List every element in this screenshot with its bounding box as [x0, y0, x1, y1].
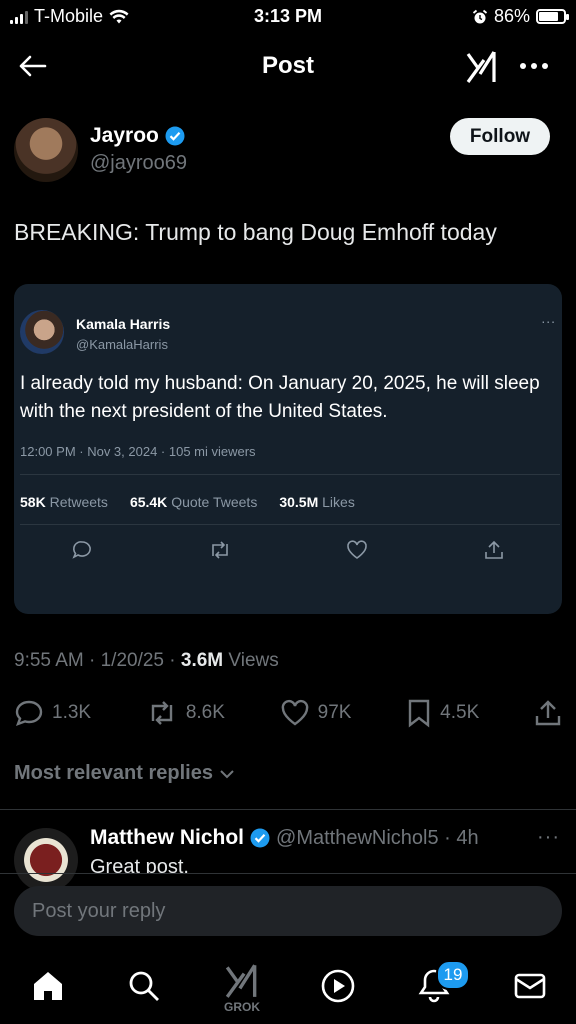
- embedded-actions: [14, 539, 562, 561]
- search-icon: [129, 971, 159, 1001]
- author-handle[interactable]: @jayroo69: [90, 152, 187, 175]
- bookmark-count: 4.5K: [440, 702, 480, 723]
- embedded-retweets: 58K Retweets: [20, 494, 108, 510]
- divider: [0, 873, 576, 874]
- embedded-text: I already told my husband: On January 20…: [20, 373, 540, 422]
- replies-sort-label: Most relevant replies: [14, 762, 213, 784]
- bookmark-button[interactable]: 4.5K: [406, 698, 479, 728]
- post-actions: 1.3K 8.6K 97K 4.5K: [14, 696, 562, 730]
- repost-count: 8.6K: [185, 702, 225, 723]
- post-header: Post: [0, 34, 576, 98]
- reply-author-handle: @MatthewNichol5 · 4h: [276, 826, 479, 849]
- reply-icon: [15, 700, 43, 727]
- like-count: 97K: [317, 702, 352, 723]
- notifications-badge: 19: [436, 960, 470, 990]
- chevron-down-icon: [220, 769, 234, 778]
- tab-search[interactable]: [122, 964, 166, 1008]
- post-timestamp: 9:55 AM · 1/20/25 ·: [14, 650, 181, 671]
- grok-header-button[interactable]: [462, 46, 502, 86]
- embedded-stats: 58K Retweets 65.4K Quote Tweets 30.5M Li…: [20, 494, 355, 510]
- embedded-divider: [20, 524, 560, 525]
- embedded-avatar: [20, 310, 64, 354]
- xai-grok-icon: [466, 51, 496, 83]
- embedded-author-name: Kamala Harris: [76, 316, 171, 332]
- heart-icon: [281, 699, 308, 726]
- author-name-row[interactable]: Jayroo: [90, 124, 185, 148]
- battery-icon: [536, 9, 569, 24]
- replies-sort-button[interactable]: Most relevant replies: [14, 762, 235, 785]
- follow-button[interactable]: Follow: [450, 118, 550, 155]
- author-avatar[interactable]: [14, 118, 78, 182]
- embedded-divider: [20, 474, 560, 475]
- embedded-author-handle: @KamalaHarris: [76, 337, 168, 352]
- views-label: Views: [228, 650, 279, 671]
- reply-more-icon[interactable]: ···: [537, 826, 560, 849]
- views-count: 3.6M: [180, 650, 224, 671]
- post-meta: 9:55 AM · 1/20/25 · 3.6M Views: [14, 650, 279, 672]
- tab-messages[interactable]: [508, 964, 552, 1008]
- tab-grok-label: GROK: [224, 1000, 260, 1014]
- embedded-like-icon: [347, 540, 368, 559]
- post-text: BREAKING: Trump to bang Doug Emhoff toda…: [14, 219, 497, 245]
- more-button[interactable]: [514, 48, 554, 84]
- battery-group: 86%: [472, 6, 569, 27]
- reply-composer[interactable]: [14, 886, 562, 936]
- author-name: Jayroo: [90, 124, 159, 147]
- battery-percent: 86%: [493, 6, 530, 26]
- reply-author-name: Matthew Nichol: [90, 826, 245, 849]
- embedded-likes: 30.5M Likes: [279, 494, 355, 510]
- tab-home[interactable]: [26, 964, 70, 1008]
- reply-text: Great post.: [90, 856, 189, 873]
- tab-grok[interactable]: [220, 958, 264, 1002]
- battery-level: [539, 12, 558, 21]
- repost-button[interactable]: 8.6K: [146, 699, 225, 727]
- reply-avatar[interactable]: [14, 828, 78, 892]
- tab-video[interactable]: [316, 964, 360, 1008]
- play-circle-icon: [321, 969, 355, 1003]
- verified-badge-icon: [250, 828, 270, 848]
- post-image[interactable]: Kamala Harris @KamalaHarris ... I alread…: [14, 284, 562, 614]
- reply-input[interactable]: [14, 886, 550, 936]
- embedded-meta: 12:00 PM · Nov 3, 2024 · 105 mi viewers: [20, 444, 256, 459]
- divider: [0, 809, 576, 810]
- more-horizontal-icon: [520, 63, 548, 69]
- verified-badge-icon: [165, 126, 185, 146]
- xai-grok-icon: [225, 964, 257, 998]
- reply-count: 1.3K: [52, 702, 92, 723]
- share-button[interactable]: [534, 699, 562, 727]
- reply-button[interactable]: 1.3K: [14, 699, 91, 727]
- status-bar: T-Mobile 3:13 PM 86%: [0, 0, 576, 34]
- home-icon: [34, 972, 62, 1000]
- embedded-reply-icon: [72, 541, 92, 559]
- embedded-more-icon: ...: [541, 310, 556, 326]
- bookmark-icon: [408, 699, 430, 728]
- embedded-share-icon: [484, 540, 503, 559]
- share-icon: [535, 700, 561, 726]
- alarm-icon: [472, 9, 488, 23]
- embedded-retweet-icon: [211, 541, 228, 559]
- reply-author-row[interactable]: Matthew Nichol @MatthewNichol5 · 4h: [90, 826, 479, 850]
- bottom-tab-bar: [0, 950, 576, 1024]
- mail-icon: [514, 973, 546, 999]
- embedded-quotes: 65.4K Quote Tweets: [129, 494, 258, 510]
- repost-icon: [151, 701, 173, 725]
- like-button[interactable]: 97K: [280, 699, 352, 727]
